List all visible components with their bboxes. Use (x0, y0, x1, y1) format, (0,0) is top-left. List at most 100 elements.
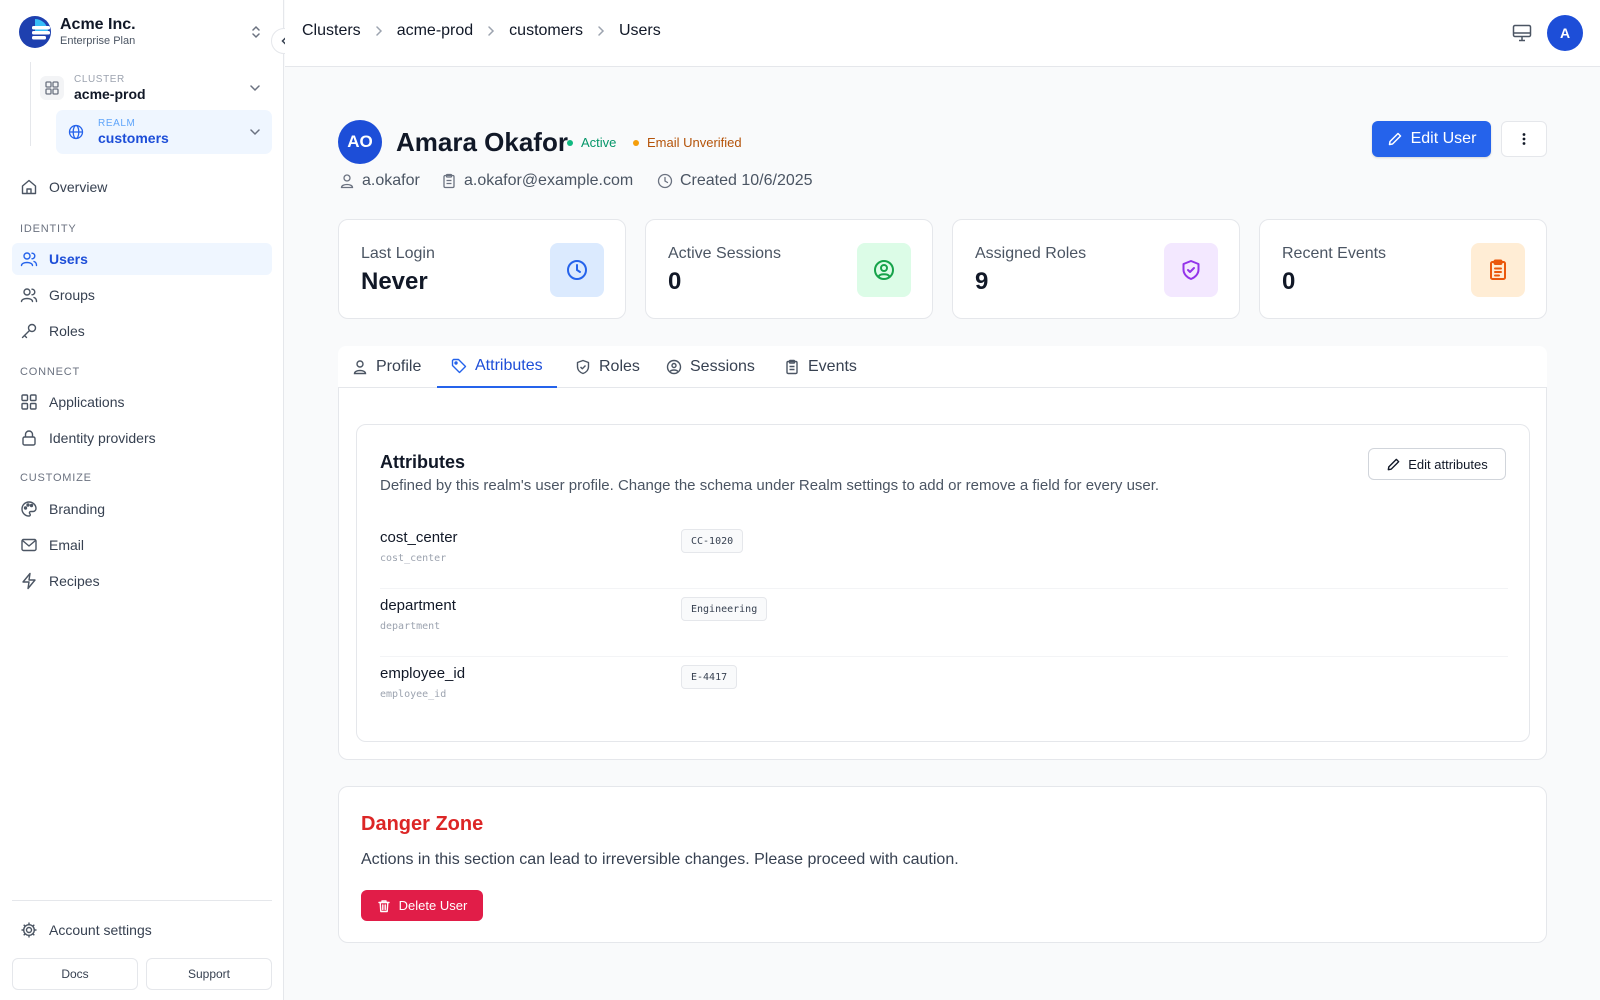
trash-icon (377, 899, 390, 912)
sidebar-item-roles[interactable]: Roles (12, 315, 272, 347)
sidebar-item-branding[interactable]: Branding (12, 493, 272, 525)
realm-label: REALM (98, 117, 136, 129)
attribute-name: employee_id (380, 665, 466, 682)
attribute-name: department (380, 597, 456, 614)
tag-icon (451, 358, 467, 374)
tab-attributes[interactable]: Attributes (437, 346, 557, 388)
sidebar-item-label: Recipes (49, 573, 100, 589)
more-actions-button[interactable] (1501, 121, 1547, 157)
attribute-row: department department Engineering (380, 589, 1508, 657)
nav-section-identity: IDENTITY (20, 223, 77, 235)
stat-label: Recent Events (1282, 245, 1387, 262)
support-button[interactable]: Support (146, 958, 272, 990)
nav-section-connect: CONNECT (20, 366, 80, 378)
cluster-label: CLUSTER (74, 73, 125, 85)
edit-attributes-button[interactable]: Edit attributes (1368, 448, 1506, 480)
key-icon (21, 323, 37, 339)
sidebar-item-overview[interactable]: Overview (12, 171, 272, 203)
org-switcher[interactable]: Acme Inc. Enterprise Plan (18, 14, 264, 50)
edit-user-label: Edit User (1410, 130, 1477, 147)
breadcrumb-clusters[interactable]: Clusters (302, 22, 361, 40)
attribute-key: employee_id (380, 689, 447, 700)
breadcrumb-realm[interactable]: customers (509, 22, 583, 40)
mail-icon (21, 538, 37, 552)
home-icon (21, 179, 37, 195)
docs-button[interactable]: Docs (12, 958, 138, 990)
sidebar-item-label: Roles (49, 323, 85, 339)
edit-user-button[interactable]: Edit User (1372, 121, 1491, 157)
globe-icon (64, 120, 88, 144)
account-avatar[interactable]: A (1547, 15, 1583, 51)
user-circle-icon (857, 243, 911, 297)
attribute-row: cost_center cost_center CC-1020 (380, 521, 1508, 589)
sidebar-item-label: Email (49, 537, 85, 553)
sidebar-divider (12, 900, 272, 901)
breadcrumb-cluster[interactable]: acme-prod (397, 22, 473, 40)
clipboard-icon (786, 359, 798, 375)
sidebar-item-groups[interactable]: Groups (12, 279, 272, 311)
clipboard-icon (1471, 243, 1525, 297)
stat-label: Assigned Roles (975, 245, 1087, 262)
danger-zone-title: Danger Zone (361, 813, 484, 835)
users-group-icon (20, 288, 38, 303)
pencil-icon (1388, 132, 1401, 146)
lock-icon (22, 430, 36, 446)
acme-logo-icon (19, 16, 51, 48)
sidebar-item-recipes[interactable]: Recipes (12, 565, 272, 597)
shield-check-icon (576, 359, 590, 375)
cluster-selector[interactable]: CLUSTER acme-prod (36, 68, 272, 108)
tab-profile[interactable]: Profile (338, 346, 435, 388)
org-plan: Enterprise Plan (60, 34, 136, 47)
status-badge-email: Email Unverified (633, 135, 742, 150)
attribute-value: CC-1020 (681, 529, 744, 553)
tab-roles[interactable]: Roles (561, 346, 654, 388)
sidebar-item-label: Groups (49, 287, 95, 303)
monitor-icon[interactable] (1511, 22, 1533, 44)
tab-events[interactable]: Events (770, 346, 871, 388)
delete-user-label: Delete User (398, 898, 468, 913)
email-text: a.okafor@example.com (464, 172, 634, 189)
stat-value: 0 (1282, 268, 1296, 295)
sidebar-item-users[interactable]: Users (12, 243, 272, 275)
tab-label: Profile (376, 358, 422, 375)
stat-label: Last Login (361, 245, 435, 262)
created-text: Created 10/6/2025 (680, 172, 813, 189)
tab-label: Roles (599, 358, 640, 375)
lightning-icon (22, 572, 36, 590)
user-email: a.okafor@example.com (441, 172, 633, 190)
username-text: a.okafor (362, 172, 420, 189)
user-icon (353, 360, 367, 375)
clock-icon (657, 173, 673, 189)
attribute-key: cost_center (380, 553, 447, 564)
pencil-icon (1387, 458, 1400, 470)
palette-icon (21, 501, 37, 517)
sidebar-item-identity-providers[interactable]: Identity providers (12, 422, 272, 454)
tab-label: Sessions (690, 358, 755, 375)
stat-card-last-login: Last Login Never (338, 219, 626, 319)
tab-sessions[interactable]: Sessions (652, 346, 769, 388)
stat-value: Never (361, 268, 428, 295)
tab-bar: Profile Attributes Roles Sessions Events (338, 346, 1547, 388)
gear-icon (21, 922, 37, 938)
attribute-key: department (380, 621, 441, 632)
attribute-value: E-4417 (681, 665, 738, 689)
breadcrumb-users: Users (618, 22, 661, 39)
grid-icon (40, 76, 64, 100)
org-name: Acme Inc. (60, 15, 136, 33)
tree-line (30, 62, 31, 146)
stat-label: Active Sessions (668, 245, 781, 262)
sidebar-item-label: Account settings (49, 922, 152, 938)
realm-selector[interactable]: REALM customers (56, 110, 272, 154)
sidebar-item-email[interactable]: Email (12, 529, 272, 561)
status-text: Active (581, 135, 617, 150)
delete-user-button[interactable]: Delete User (361, 890, 483, 921)
status-dot (633, 139, 639, 146)
more-vertical-icon (1522, 133, 1526, 145)
user-circle-icon (666, 359, 682, 375)
apps-grid-icon (21, 394, 37, 410)
sidebar-item-applications[interactable]: Applications (12, 386, 272, 418)
status-dot (567, 139, 573, 146)
sidebar-item-account-settings[interactable]: Account settings (12, 914, 272, 946)
sidebar: Acme Inc. Enterprise Plan CLUSTER acme-p… (0, 0, 284, 1000)
user-username: a.okafor (339, 172, 420, 190)
